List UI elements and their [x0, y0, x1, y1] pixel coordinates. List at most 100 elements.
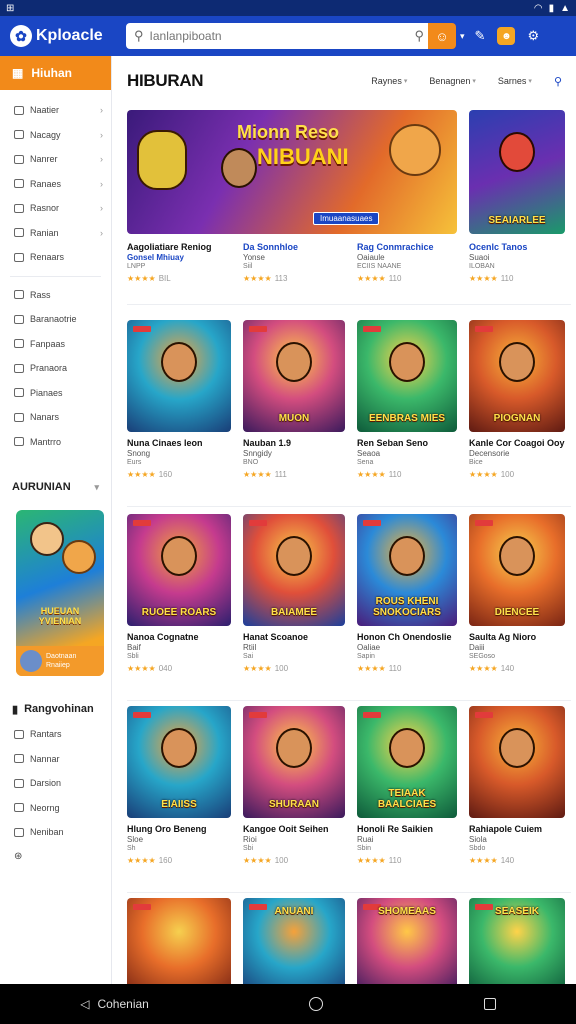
game-thumbnail[interactable]: [127, 898, 231, 984]
game-thumbnail[interactable]: MUON: [243, 320, 345, 432]
game-card[interactable]: Nauban 1.9 Snngidy BNO ★★★★ 111: [243, 438, 347, 479]
game-title: Saulta Ag Nioro: [469, 632, 537, 642]
character-illustration: [137, 130, 187, 190]
game-card[interactable]: Da Sonnhloe Yonse Siil ★★★★ 113: [243, 242, 347, 283]
game-thumbnail[interactable]: SHURAAN: [243, 706, 345, 818]
game-card[interactable]: Ocenlc Tanos Suaoi ILOBAN ★★★★ 110: [469, 242, 573, 283]
coin-icon[interactable]: ☻: [497, 27, 516, 45]
game-card[interactable]: Hlung Oro Beneng Sloe Sh ★★★★ 160: [127, 824, 231, 865]
sidebar-item-label: Neorng: [30, 802, 60, 813]
sidebar-item[interactable]: Nacagy ›: [0, 123, 111, 148]
user-icon[interactable]: ⚲: [554, 75, 562, 88]
game-thumbnail[interactable]: RUOEE ROARS: [127, 514, 231, 626]
game-grid: Mionn Reso NIBUANI Imuaanasuaes SEAIARLEE Aa…: [127, 110, 573, 984]
game-card[interactable]: Kanle Cor Coagoi Ooy Decensorie Bice ★★★★ 10…: [469, 438, 573, 479]
game-card[interactable]: Nanoa Cognatne Baif Sbli ★★★★ 040: [127, 632, 231, 673]
game-title: Ren Seban Seno: [357, 438, 429, 448]
game-card[interactable]: Nuna Cinaes leon Snong Eurs ★★★★ 160: [127, 438, 231, 479]
sidebar-item-active[interactable]: ▦ Hiuhan: [0, 56, 111, 90]
game-thumbnail[interactable]: BAIAMEE: [243, 514, 345, 626]
home-button[interactable]: [309, 997, 324, 1011]
sidebar-item[interactable]: Fanpaas: [0, 332, 111, 357]
game-title: Honoli Re Saikien: [357, 824, 434, 834]
sidebar-section-heading[interactable]: AURUNIAN ▾: [0, 472, 111, 502]
game-card[interactable]: Saulta Ag Nioro Daiii SEGoso ★★★★ 140: [469, 632, 573, 673]
game-card[interactable]: Honon Ch Onendoslie Oaliae Sapin ★★★★ 110: [357, 632, 461, 673]
game-title: Aagoliatiare Reniog: [127, 242, 212, 252]
star-icon: ★★★★: [127, 856, 156, 865]
featured-banner[interactable]: Mionn Reso NIBUANI Imuaanasuaes: [127, 110, 457, 234]
game-card[interactable]: Honoli Re Saikien Ruai Sbin ★★★★ 110: [357, 824, 461, 865]
game-meta: Sbin: [357, 845, 372, 852]
sidebar-item-extra[interactable]: ⊛: [0, 845, 111, 870]
search-icon[interactable]: ⚲: [134, 28, 144, 44]
sidebar-item[interactable]: Nannar: [0, 747, 111, 772]
game-title: Honon Ch Onendoslie: [357, 632, 452, 642]
rating-count: 110: [388, 664, 402, 673]
sidebar-item[interactable]: Mantrro: [0, 430, 111, 455]
sidebar-item[interactable]: Baranaotrie: [0, 307, 111, 332]
game-thumbnail[interactable]: TEIAAK BAALCIAES: [357, 706, 457, 818]
game-title: Hanat Scoanoe: [243, 632, 309, 642]
torch-icon[interactable]: ✎: [475, 28, 486, 44]
tab-0[interactable]: Raynes ▾: [371, 76, 407, 86]
sidebar-item[interactable]: Ranian ›: [0, 221, 111, 246]
back-button[interactable]: ◁ Cohenian: [80, 997, 149, 1011]
promo-card[interactable]: HUEUAN YVIENIAN Daotnaan Rnaiiep: [16, 510, 104, 676]
game-card[interactable]: Kangoe Ooit Seihen Rioi Sbi ★★★★ 100: [243, 824, 347, 865]
sidebar-item[interactable]: Ranaes ›: [0, 172, 111, 197]
game-card[interactable]: Rag Conmrachice Oaiaule ECIIS NAANE ★★★★ 110: [357, 242, 461, 283]
game-thumbnail[interactable]: EENBRAS MIES: [357, 320, 457, 432]
sidebar-item[interactable]: Nanrer ›: [0, 147, 111, 172]
sidebar-item[interactable]: Darsion: [0, 771, 111, 796]
search-input[interactable]: [149, 29, 409, 43]
promo-title: HUEUAN YVIENIAN: [38, 606, 82, 626]
star-icon: ★★★★: [127, 470, 156, 479]
tab-2[interactable]: Sarnes ▾: [498, 76, 532, 86]
game-thumbnail[interactable]: PIOGNAN: [469, 320, 565, 432]
settings-icon[interactable]: ⚙: [527, 28, 539, 44]
bear-illustration: [62, 540, 96, 574]
sidebar-item[interactable]: Renaars: [0, 245, 111, 270]
game-thumbnail[interactable]: SHOMEAAS: [357, 898, 457, 984]
character-illustration: [161, 728, 197, 768]
avatar[interactable]: ☺: [428, 23, 456, 49]
game-thumbnail[interactable]: [127, 320, 231, 432]
sidebar-section2-heading[interactable]: ▮ Rangvohinan: [0, 696, 111, 722]
status-left: ⊞: [6, 2, 15, 14]
main-content: HIBURAN Raynes ▾ Benagnen ▾ Sarnes ▾ ⚲ Mionn R…: [113, 56, 576, 984]
sidebar-item[interactable]: Nanars: [0, 405, 111, 430]
game-meta: ILOBAN: [469, 263, 495, 270]
app-logo[interactable]: ✿ Kploacle: [10, 25, 126, 47]
banner-button[interactable]: Imuaanasuaes: [313, 212, 380, 225]
menu-item-icon: [14, 203, 24, 213]
game-card[interactable]: Rahiapole Cuiem Siola Sbdo ★★★★ 140: [469, 824, 573, 865]
chevron-down-icon[interactable]: ▾: [460, 31, 465, 42]
sidebar-item[interactable]: Naatier ›: [0, 98, 111, 123]
game-thumbnail[interactable]: DIENCEE: [469, 514, 565, 626]
game-thumbnail[interactable]: ROUS KHENI SNOKOCIARS: [357, 514, 457, 626]
chevron-right-icon: ›: [100, 227, 103, 238]
sidebar-item[interactable]: Rasnor ›: [0, 196, 111, 221]
game-card[interactable]: Ren Seban Seno Seaoa Sena ★★★★ 110: [357, 438, 461, 479]
rating-count: 110: [388, 856, 402, 865]
logo-icon: ✿: [10, 25, 32, 47]
game-thumbnail[interactable]: EIAIISS: [127, 706, 231, 818]
game-card[interactable]: Hanat Scoanoe Rtiil Sai ★★★★ 100: [243, 632, 347, 673]
game-thumbnail[interactable]: [469, 706, 565, 818]
search-icon[interactable]: ⚲: [414, 28, 424, 44]
game-card[interactable]: Aagoliatiare Reniog Gonsel Mhiuay LNPP ★★★★…: [127, 242, 231, 283]
sidebar-item[interactable]: Rantars: [0, 722, 111, 747]
sidebar-item[interactable]: Neniban: [0, 820, 111, 845]
sidebar-item[interactable]: Pianaes: [0, 381, 111, 406]
tab-1[interactable]: Benagnen ▾: [429, 76, 476, 86]
sidebar-item[interactable]: Rass: [0, 283, 111, 308]
sidebar-item[interactable]: Neorng: [0, 796, 111, 821]
game-thumbnail[interactable]: ANUANI: [243, 898, 345, 984]
sidebar-item[interactable]: Pranaora: [0, 356, 111, 381]
game-subtitle: Yonse: [243, 253, 265, 262]
game-thumbnail[interactable]: SEAIARLEE: [469, 110, 565, 234]
game-thumbnail[interactable]: SEASEIK: [469, 898, 565, 984]
recents-button[interactable]: [483, 998, 496, 1010]
character-illustration: [499, 728, 535, 768]
